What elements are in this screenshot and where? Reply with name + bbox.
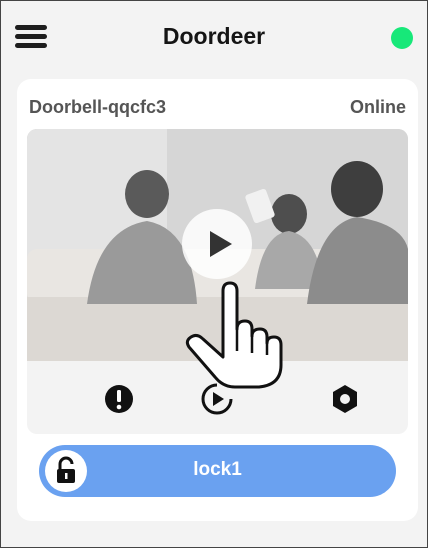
video-thumbnail[interactable]	[27, 129, 408, 361]
device-card: Doorbell-qqcfc3 Online lock1	[17, 79, 418, 521]
playback-icon[interactable]	[197, 379, 237, 419]
control-bar	[27, 369, 408, 429]
device-status: Online	[349, 97, 406, 117]
app-header: Doordeer	[1, 1, 427, 73]
lock-label: lock1	[193, 459, 242, 480]
alert-icon[interactable]	[99, 379, 139, 419]
device-name: Doorbell-qqcfc3	[29, 97, 167, 117]
lock-button[interactable]: lock1	[39, 445, 396, 497]
play-button[interactable]	[182, 209, 252, 279]
page-title: Doordeer	[162, 23, 266, 49]
connection-status-dot	[391, 27, 413, 49]
play-icon	[210, 231, 232, 257]
settings-icon[interactable]	[325, 379, 365, 419]
camera-preview	[27, 129, 408, 434]
